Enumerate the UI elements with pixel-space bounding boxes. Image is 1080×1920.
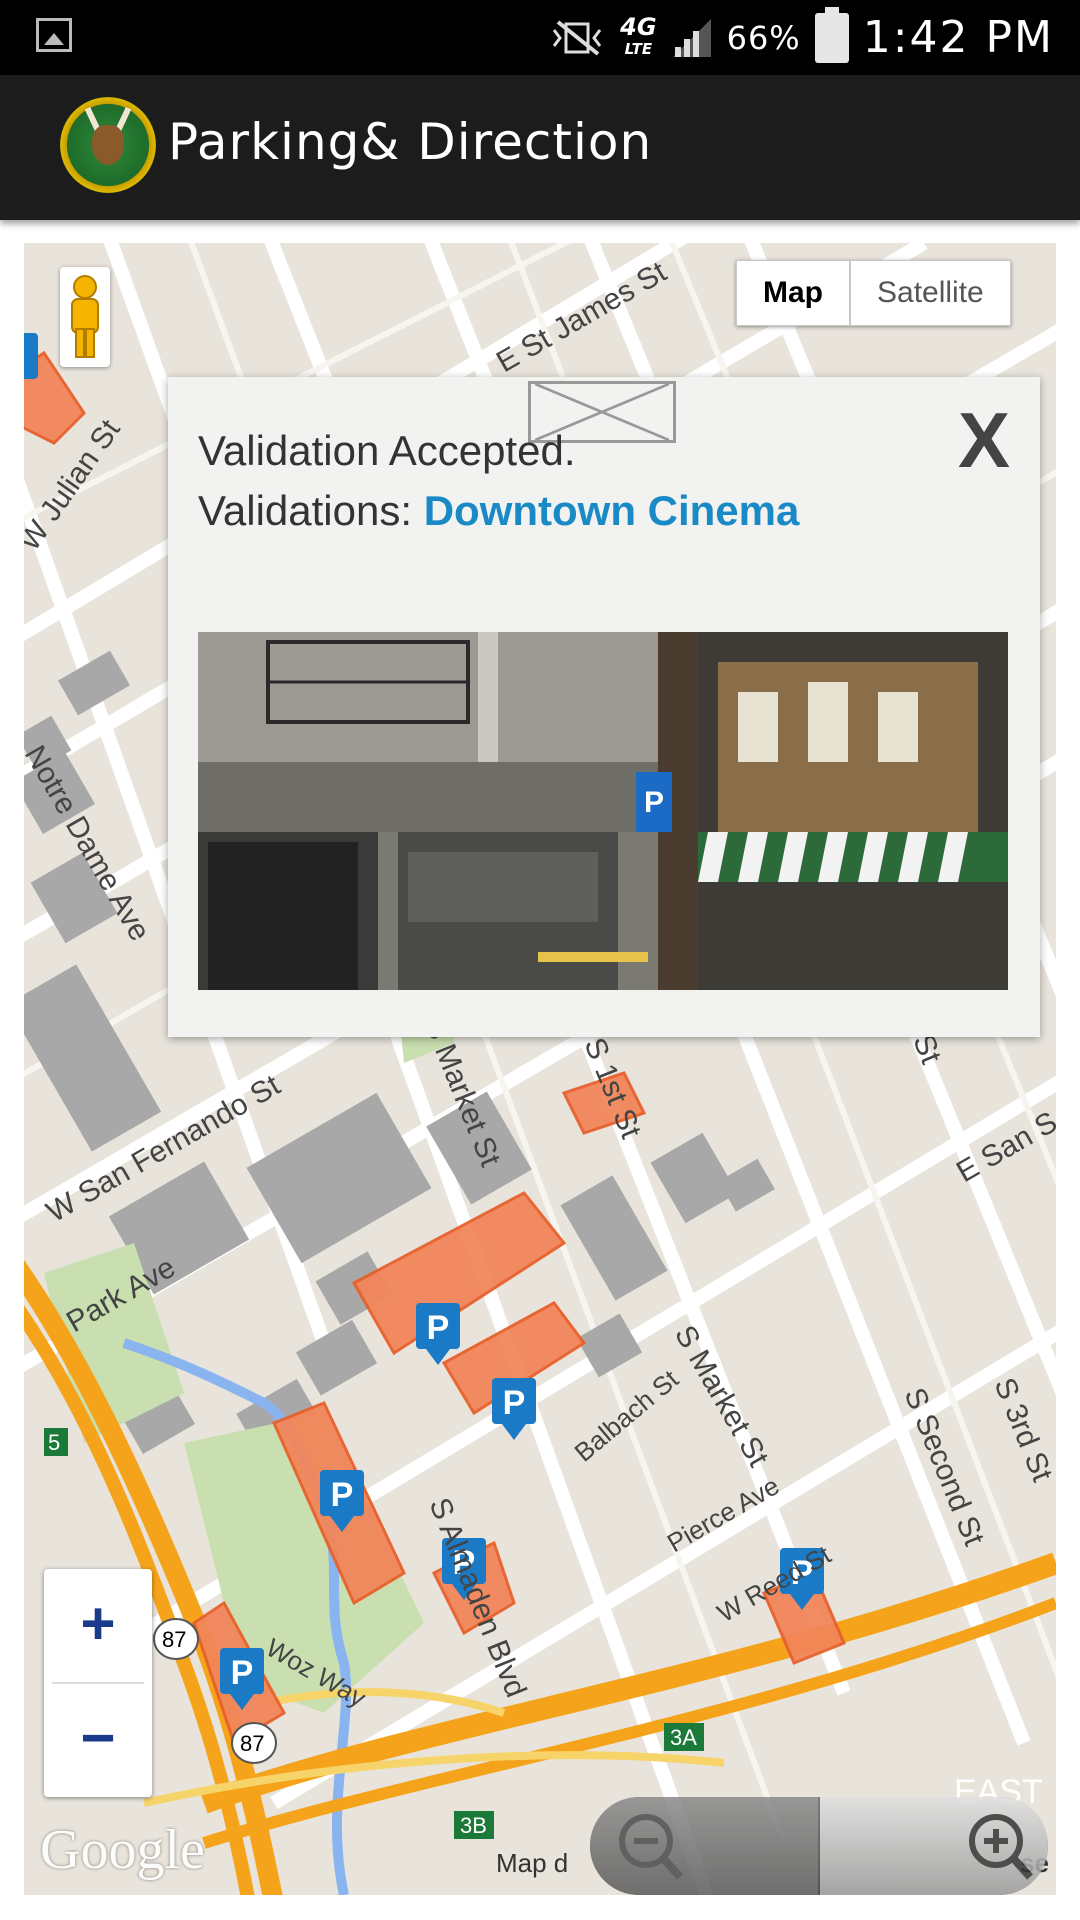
zoom-in-button[interactable]: + — [44, 1569, 152, 1683]
zoom-out-icon — [619, 1814, 683, 1880]
zoom-divider — [52, 1682, 144, 1684]
shield-87a: 87 — [162, 1627, 186, 1652]
status-bar: 4G LTE 66% 1:42 PM — [0, 0, 1080, 75]
google-logo: Google — [40, 1819, 205, 1881]
image-notification-icon — [36, 18, 72, 52]
app-logo-icon[interactable] — [60, 97, 156, 193]
svg-text:P: P — [503, 1384, 526, 1422]
vibrate-mute-icon — [552, 19, 602, 56]
validation-popup: X Validation Accepted. Validations: Down… — [168, 377, 1040, 1037]
map-type-map-button[interactable]: Map — [736, 260, 850, 326]
label-balbach: Balbach St — [569, 1363, 685, 1467]
map-zoom-control: + − — [44, 1569, 152, 1797]
signal-icon — [672, 18, 711, 57]
label-s-almaden: S Almaden Blvd — [423, 1493, 533, 1702]
overlay-zoom-out-button[interactable] — [590, 1797, 818, 1895]
label-s-3rd: S 3rd St — [988, 1373, 1056, 1486]
battery-percent: 66% — [726, 18, 801, 57]
app-title: Parking& Direction — [168, 113, 653, 171]
svg-text:P: P — [331, 1476, 354, 1514]
overlay-zoom-control — [590, 1797, 1048, 1895]
shield-87b: 87 — [240, 1731, 264, 1756]
zoom-out-button[interactable]: − — [44, 1683, 152, 1797]
map-type-satellite-button[interactable]: Satellite — [850, 260, 1011, 326]
svg-text:P: P — [231, 1654, 254, 1692]
battery-icon — [814, 6, 849, 63]
svg-text:P: P — [427, 1309, 450, 1347]
close-popup-button[interactable]: X — [958, 395, 1010, 486]
map-type-toggle: Map Satellite — [736, 260, 1011, 326]
app-bar: Parking& Direction — [0, 75, 1080, 220]
map-data-link[interactable]: Map d — [496, 1848, 568, 1879]
exit-3b: 3B — [460, 1813, 487, 1838]
label-s-market2: S Market St — [668, 1320, 775, 1473]
street-view-pegman-icon[interactable] — [60, 267, 110, 367]
exit-3a: 3A — [670, 1725, 697, 1750]
shield-5: 5 — [48, 1430, 60, 1455]
network-type: 4G LTE — [620, 12, 657, 58]
validations-label: Validations: — [198, 487, 424, 534]
svg-text:P: P — [644, 786, 664, 819]
clock: 1:42 PM — [862, 12, 1054, 63]
garage-photo: P — [198, 632, 1008, 990]
validation-link-downtown-cinema[interactable]: Downtown Cinema — [424, 487, 800, 534]
validation-list: Validations: Downtown Cinema — [198, 487, 799, 535]
zoom-in-icon — [969, 1814, 1033, 1880]
overlay-zoom-in-button[interactable] — [820, 1797, 1048, 1895]
validation-status: Validation Accepted. — [198, 427, 576, 474]
